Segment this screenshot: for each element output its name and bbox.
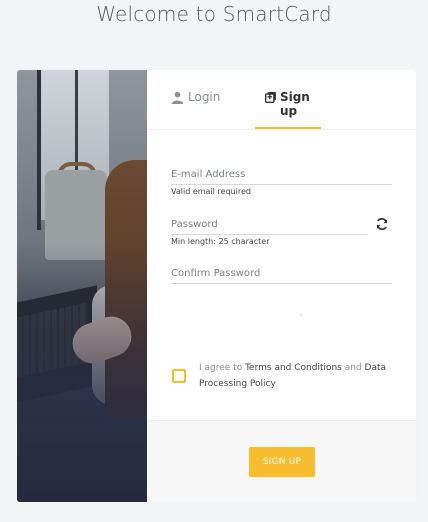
refresh-icon[interactable] <box>375 217 389 231</box>
password-label: Password <box>171 219 218 230</box>
page-title: Welcome to SmartCard <box>96 2 332 26</box>
confirm-password-label: Confirm Password <box>171 268 261 279</box>
agree-text: I agree to Terms and Conditions and Data… <box>199 360 389 392</box>
email-field[interactable]: E-mail Address Valid email required <box>171 169 392 196</box>
tab-login-label: Login <box>188 90 221 104</box>
form-footer: SIGN UP <box>147 420 416 502</box>
plus-square-icon <box>265 92 276 103</box>
email-label: E-mail Address <box>171 169 246 180</box>
agree-and: and <box>341 363 365 373</box>
agree-checkbox[interactable] <box>172 369 186 383</box>
password-field[interactable]: Password Min length: 25 character <box>171 219 368 246</box>
tab-login[interactable]: Login <box>171 90 241 130</box>
tab-signup[interactable]: Sign up <box>265 90 323 130</box>
terms-link[interactable]: Terms and Conditions <box>245 363 342 373</box>
user-icon <box>171 91 184 104</box>
tab-signup-label: Sign up <box>279 90 310 118</box>
signup-button[interactable]: SIGN UP <box>249 447 315 477</box>
auth-tabs: Login Sign up <box>147 70 416 130</box>
agree-prefix: I agree to <box>199 363 246 373</box>
password-hint: Min length: 25 character <box>171 237 270 246</box>
confirm-password-field[interactable]: Confirm Password <box>171 268 392 284</box>
password-underline <box>171 234 368 235</box>
active-tab-indicator <box>255 127 321 129</box>
divider-dot <box>300 314 302 316</box>
email-hint: Valid email required <box>171 187 251 196</box>
confirm-password-underline <box>171 283 392 284</box>
email-underline <box>171 184 392 185</box>
